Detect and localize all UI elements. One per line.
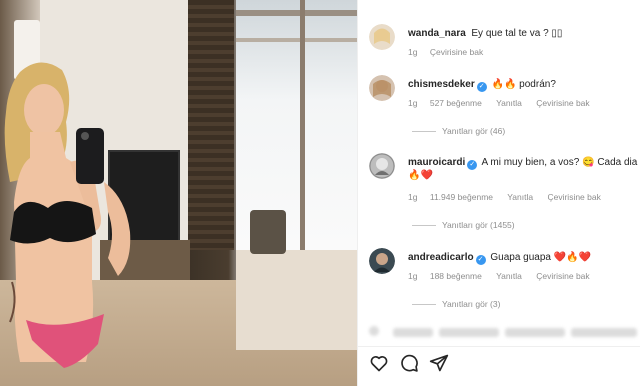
comment-likes[interactable]: 11.949 beğenme (430, 192, 493, 202)
photo-post (300, 0, 305, 250)
view-replies-label: Yanıtları gör (3) (442, 299, 501, 309)
blurred-text (571, 328, 637, 337)
heart-icon[interactable] (368, 352, 390, 374)
reply-button[interactable]: Yanıtla (496, 98, 522, 108)
comment-line: wanda_nara Ey que tal te va ? ▯▯ (408, 28, 562, 40)
comment-meta: 1g Çevirisine bak (408, 47, 495, 57)
translate-link[interactable]: Çevirisine bak (536, 98, 589, 108)
view-replies-button[interactable]: Yanıtları gör (1455) (412, 220, 515, 230)
avatar[interactable] (369, 75, 395, 101)
comment-text: A mi muy bien, a vos? 😋 Cada dia (481, 157, 638, 168)
photo-roof-beam (236, 38, 357, 42)
blurred-avatar (369, 326, 379, 336)
photo-shutter (188, 0, 234, 250)
avatar[interactable] (369, 248, 395, 274)
view-replies-label: Yanıtları gör (46) (442, 126, 506, 136)
comment-line: andreadicarlo ✓ Guapa guapa ❤️🔥❤️ (408, 252, 591, 265)
blurred-text (505, 328, 565, 337)
photo-roof-beam (236, 10, 357, 16)
photo-bed (236, 250, 357, 350)
comment-icon[interactable] (398, 352, 420, 374)
photo-chair (250, 210, 286, 254)
view-replies-button[interactable]: Yanıtları gör (46) (412, 126, 505, 136)
replies-divider (412, 131, 436, 133)
blurred-text (393, 328, 433, 337)
comment-username[interactable]: mauroicardi (408, 157, 465, 168)
photo-phone-camera (81, 132, 89, 140)
comment-text: Ey que tal te va ? ▯▯ (471, 28, 563, 39)
comment-emoji-line: 🔥❤️ (408, 170, 433, 181)
comment-likes[interactable]: 527 beğenme (430, 98, 482, 108)
comment-meta: 1g 527 beğenme Yanıtla Çevirisine bak (408, 98, 602, 108)
view-replies-button[interactable]: Yanıtları gör (3) (412, 299, 500, 309)
translate-link[interactable]: Çevirisine bak (430, 47, 483, 57)
post-photo[interactable] (0, 0, 357, 386)
replies-divider (412, 225, 436, 227)
comment-text: 🔥🔥 podrán? (491, 79, 556, 90)
comment-time: 1g (408, 271, 418, 281)
comments-panel: wanda_nara Ey que tal te va ? ▯▯ 1g Çevi… (357, 0, 640, 386)
reply-button[interactable]: Yanıtla (496, 271, 522, 281)
comment-time: 1g (408, 192, 418, 202)
comment-line: mauroicardi ✓ A mi muy bien, a vos? 😋 Cad… (408, 157, 637, 170)
avatar[interactable] (369, 153, 395, 179)
comment-text: Guapa guapa ❤️🔥❤️ (490, 252, 592, 263)
photo-person (4, 62, 131, 368)
comment-username[interactable]: chismesdeker (408, 79, 475, 90)
replies-divider (412, 304, 436, 306)
translate-link[interactable]: Çevirisine bak (547, 192, 600, 202)
view-replies-label: Yanıtları gör (1455) (442, 220, 515, 230)
comment-time: 1g (408, 98, 418, 108)
verified-badge-icon: ✓ (475, 255, 486, 265)
comment-meta: 1g 188 beğenme Yanıtla Çevirisine bak (408, 271, 602, 281)
translate-link[interactable]: Çevirisine bak (536, 271, 589, 281)
share-icon[interactable] (428, 352, 450, 374)
actions-divider (358, 346, 640, 347)
verified-badge-icon: ✓ (476, 82, 487, 92)
comment-likes[interactable]: 188 beğenme (430, 271, 482, 281)
comment-meta: 1g 11.949 beğenme Yanıtla Çevirisine bak (408, 192, 613, 202)
comment-time: 1g (408, 47, 418, 57)
comment-line: chismesdeker ✓ 🔥🔥 podrán? (408, 79, 556, 92)
comment-username[interactable]: wanda_nara (408, 28, 466, 39)
comment-username[interactable]: andreadicarlo (408, 252, 474, 263)
verified-badge-icon: ✓ (467, 160, 478, 170)
reply-button[interactable]: Yanıtla (507, 192, 533, 202)
blurred-comment (369, 322, 640, 342)
blurred-text (439, 328, 499, 337)
avatar[interactable] (369, 24, 395, 50)
